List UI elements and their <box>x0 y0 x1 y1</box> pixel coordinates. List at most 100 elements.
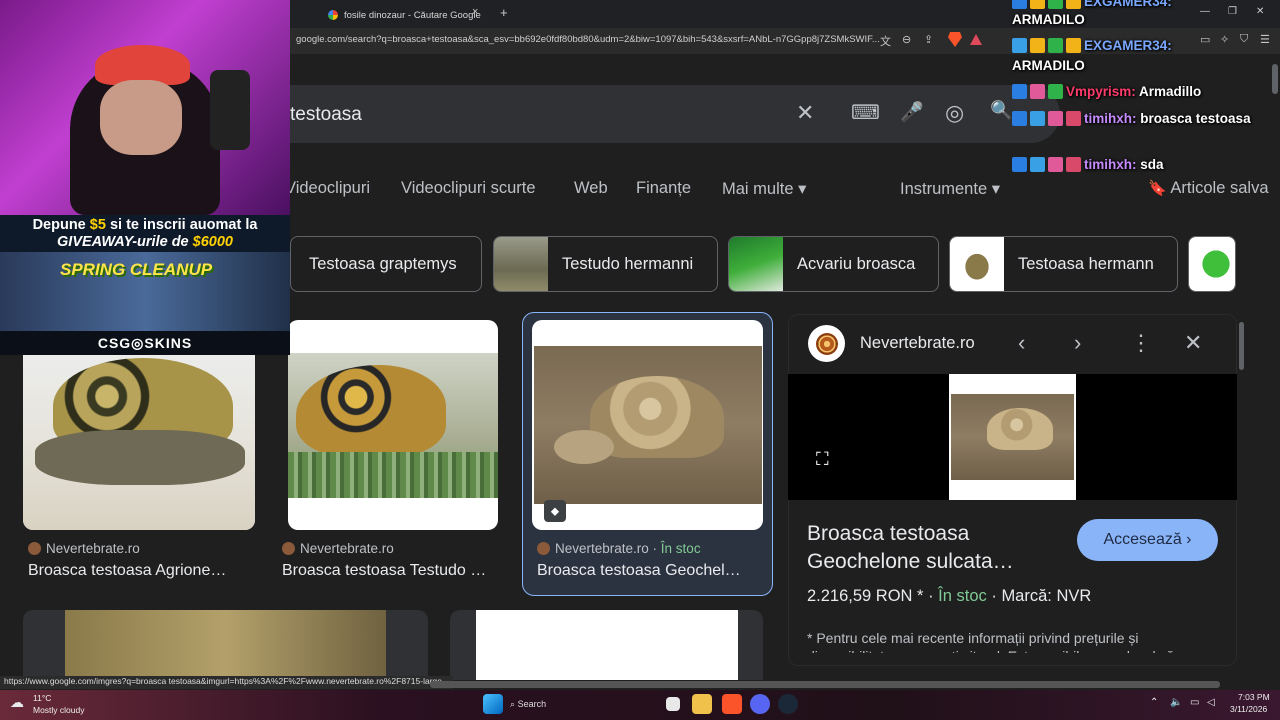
tab-close-icon[interactable]: × <box>472 6 478 18</box>
source-name: Nevertebrate.ro <box>300 541 394 556</box>
search-box[interactable] <box>240 85 1060 143</box>
panel-scrollbar[interactable] <box>1239 322 1244 370</box>
tab-short-videos[interactable]: Videoclipuri scurte <box>401 179 536 198</box>
result-source-3[interactable]: Nevertebrate.ro · În stoc <box>537 541 701 556</box>
result-image-2[interactable] <box>288 320 498 530</box>
badge-icon <box>1012 0 1027 9</box>
menu-icon[interactable]: ☰ <box>1260 33 1270 46</box>
mic-icon[interactable]: 🎤 <box>900 100 924 124</box>
result-source-1[interactable]: Nevertebrate.ro <box>28 541 140 556</box>
brave-browser-icon[interactable] <box>722 694 742 714</box>
promo-line-1: Depune $5 si te inscrii auomat la <box>0 217 290 233</box>
chat-message-text: ARMADILO <box>1012 12 1085 27</box>
url-input[interactable]: google.com/search?q=broasca+testoasa&sca… <box>296 34 880 45</box>
tab-finance[interactable]: Finanțe <box>636 179 691 198</box>
panel-site-name[interactable]: Nevertebrate.ro <box>860 334 975 353</box>
lens-icon[interactable]: ◎ <box>945 100 964 126</box>
streamer-face <box>100 80 182 155</box>
panel-title[interactable]: Broasca testoasa Geochelone sulcata… <box>807 520 1057 576</box>
chip-acvariu[interactable]: Acvariu broasca <box>728 236 939 292</box>
result-image-3[interactable]: ⬥ <box>532 320 763 530</box>
taskbar-search[interactable]: ⌕ Search <box>510 695 570 713</box>
chip-thumbnail <box>950 237 1004 291</box>
chip-label: Testoasa graptemys <box>309 254 457 273</box>
keyboard-icon[interactable]: ⌨ <box>851 100 880 125</box>
volume-icon[interactable]: ◁ <box>1207 697 1215 708</box>
badge-icon <box>1048 84 1063 99</box>
previous-icon[interactable]: ‹ <box>1018 330 1025 356</box>
chat-username: timihxh: <box>1084 111 1137 126</box>
tools-button[interactable]: Instrumente ▾ <box>900 179 1000 199</box>
weather-icon[interactable]: ☁ <box>10 694 24 711</box>
weather-temp[interactable]: 11°C <box>33 693 51 703</box>
clock-date[interactable]: 3/11/2026 <box>1230 704 1267 714</box>
stock-badge: În stoc <box>660 541 701 556</box>
clock-time[interactable]: 7:03 PM <box>1238 692 1270 702</box>
result-title-1[interactable]: Broasca testoasa Agrione… <box>28 562 248 580</box>
task-view-icon[interactable] <box>666 697 680 711</box>
price-disclaimer: * Pentru cele mai recente informații pri… <box>807 630 1205 653</box>
speaker-icon[interactable]: 🔈 <box>1170 697 1182 708</box>
panel-image[interactable] <box>949 374 1076 500</box>
maximize-button[interactable]: ❐ <box>1228 6 1237 17</box>
horizontal-scrollbar[interactable] <box>430 681 1220 688</box>
page-scrollbar[interactable] <box>1272 64 1278 94</box>
leo-icon[interactable]: ✧ <box>1220 33 1229 46</box>
badge-icon <box>1012 38 1027 53</box>
badge-icon <box>1012 111 1027 126</box>
tray-chevron-icon[interactable]: ⌃ <box>1150 697 1158 708</box>
chip-next[interactable] <box>1188 236 1236 292</box>
result-image-4[interactable] <box>23 610 428 680</box>
start-button[interactable] <box>483 694 503 714</box>
search-icon[interactable]: 🔍 <box>990 100 1012 121</box>
network-icon[interactable]: ▭ <box>1190 697 1199 708</box>
sidebar-icon[interactable]: ▭ <box>1200 33 1210 46</box>
saved-items-button[interactable]: 🔖 Articole salva <box>1148 179 1269 198</box>
result-source-2[interactable]: Nevertebrate.ro <box>282 541 394 556</box>
source-name: Nevertebrate.ro <box>555 541 649 556</box>
price: 2.216,59 RON * <box>807 587 924 605</box>
minimize-button[interactable]: — <box>1200 6 1210 17</box>
chip-label: Testudo hermanni <box>562 254 694 273</box>
translate-icon[interactable]: 文 <box>880 33 891 49</box>
zoom-icon[interactable]: ⊖ <box>902 33 911 46</box>
chip-thumbnail <box>1189 237 1235 291</box>
promo-amount: $6000 <box>192 234 233 250</box>
turtle-head <box>554 430 614 464</box>
snail-logo-icon <box>815 332 838 355</box>
discord-icon[interactable] <box>750 694 770 714</box>
save-tag-icon[interactable]: ⬥ <box>544 500 566 522</box>
vpn-icon[interactable]: ⛉ <box>1240 33 1248 46</box>
badge-icon <box>1012 157 1027 172</box>
share-icon[interactable]: ⇪ <box>924 33 933 46</box>
saved-items-label: Articole salva <box>1170 179 1269 197</box>
more-options-icon[interactable]: ⋮ <box>1130 330 1152 356</box>
steam-icon[interactable] <box>778 694 798 714</box>
chip-testudo-hermanni[interactable]: Testudo hermanni <box>493 236 718 292</box>
search-input[interactable]: testoasa <box>290 104 362 126</box>
close-window-button[interactable]: ✕ <box>1256 6 1264 17</box>
weather-desc[interactable]: Mostly cloudy <box>33 705 85 715</box>
file-explorer-icon[interactable] <box>692 694 712 714</box>
chat-message: Vmpyrism: Armadillo <box>1012 84 1201 99</box>
tab-videos[interactable]: Videoclipuri <box>285 179 370 198</box>
badge-icon <box>1012 84 1027 99</box>
chip-graptemys[interactable]: Testoasa graptemys <box>290 236 482 292</box>
next-icon[interactable]: › <box>1074 330 1081 356</box>
promo-text: Depune <box>32 217 90 233</box>
chip-testoasa-hermann[interactable]: Testoasa hermann <box>949 236 1178 292</box>
google-favicon-icon <box>328 10 338 20</box>
tab-more[interactable]: Mai multe ▾ <box>722 179 806 199</box>
new-tab-button[interactable]: + <box>500 5 508 20</box>
result-image-5[interactable] <box>450 610 763 680</box>
badge-icon <box>1048 111 1063 126</box>
browser-tab[interactable]: fosile dinozaur - Căutare Google <box>328 4 490 26</box>
clear-icon[interactable]: ✕ <box>796 100 814 126</box>
result-title-2[interactable]: Broasca testoasa Testudo … <box>282 562 502 580</box>
tab-web[interactable]: Web <box>574 179 608 198</box>
lens-search-icon[interactable]: ⛶ <box>816 449 840 473</box>
visit-button[interactable]: Accesează › <box>1077 519 1218 561</box>
promo-text: GIVEAWAY-urile de <box>57 234 193 250</box>
result-title-3[interactable]: Broasca testoasa Geochel… <box>537 562 757 580</box>
close-panel-icon[interactable]: ✕ <box>1184 330 1202 356</box>
